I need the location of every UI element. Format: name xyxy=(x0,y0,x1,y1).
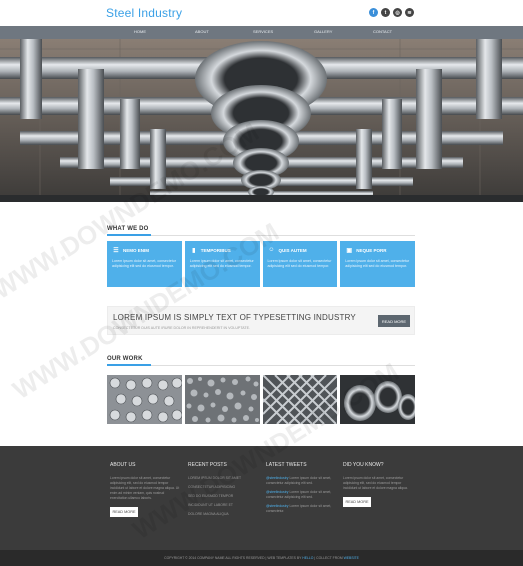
service-box-header: ▮ TEMPORIBUS xyxy=(190,246,255,254)
footer-recent-posts: RECENT POSTS LOREM IPSUM DOLOR SIT AMET … xyxy=(188,462,258,521)
footer-latest-tweets: LATEST TWEETS @steelindustry Lorem ipsum… xyxy=(266,462,336,518)
tweet-handle-link[interactable]: @steelindustry xyxy=(266,476,288,480)
what-we-do-divider xyxy=(107,235,415,236)
footer-recent-posts-title: RECENT POSTS xyxy=(188,462,227,468)
site-logo[interactable]: Steel Industry xyxy=(106,6,182,20)
hero-image xyxy=(0,39,523,202)
footer-did-you-know-read-more-button[interactable]: READ MORE xyxy=(343,497,371,507)
nav-item-contact[interactable]: CONTACT xyxy=(373,29,392,34)
nav-item-home[interactable]: HOME xyxy=(134,29,146,34)
read-more-button[interactable]: READ MORE xyxy=(378,315,410,327)
service-box-text: Lorem ipsum dolor sit amet, consectetur … xyxy=(189,259,254,268)
footer-did-you-know-text: Lorem ipsum dolor sit amet, consectetur … xyxy=(343,476,408,490)
promo-banner-subtitle: CONSECTETUR DUIS AUTE IRURE DOLOR IN REP… xyxy=(113,326,250,330)
copyright-separator: | COLLECT FROM xyxy=(313,556,344,560)
copyright-label: COPYRIGHT © 2014 COMPANY NAME ALL RIGHTS… xyxy=(164,556,302,560)
what-we-do-accent xyxy=(107,234,151,236)
twitter-icon[interactable]: t xyxy=(381,8,390,17)
copyright-text: COPYRIGHT © 2014 COMPANY NAME ALL RIGHTS… xyxy=(0,556,523,560)
nav-item-gallery[interactable]: GALLERY xyxy=(314,29,332,34)
footer-about-text: Lorem ipsum dolor sit amet, consectetur … xyxy=(110,476,180,500)
our-work-divider xyxy=(107,365,415,366)
recent-post-link[interactable]: INCIDIDUNT UT LABORE ET xyxy=(188,503,258,508)
what-we-do-title: WHAT WE DO xyxy=(107,226,149,232)
rss-icon[interactable]: ≋ xyxy=(405,8,414,17)
service-box-title: QUIS AUTEM xyxy=(278,247,307,253)
recent-post-link[interactable]: LOREM IPSUM DOLOR SIT AMET xyxy=(188,476,258,481)
service-box[interactable]: ▮ TEMPORIBUS Lorem ipsum dolor sit amet,… xyxy=(184,241,260,287)
service-box-header: ▣ NEQUE PORR xyxy=(345,246,410,254)
dribbble-icon[interactable]: ◎ xyxy=(393,8,402,17)
tweet-handle-link[interactable]: @steelindustry xyxy=(266,504,288,508)
gallery-image-gravel[interactable] xyxy=(184,375,260,424)
footer-about: ABOUT US Lorem ipsum dolor sit amet, con… xyxy=(110,462,180,517)
tweet-handle-link[interactable]: @steelindustry xyxy=(266,490,288,494)
services-boxes: ☰ NEMO ENIM Lorem ipsum dolor sit amet, … xyxy=(107,241,415,287)
service-box-title: TEMPORIBUS xyxy=(200,247,231,253)
people-icon: ☺ xyxy=(268,247,275,253)
our-work-title: OUR WORK xyxy=(107,356,143,362)
service-box-title: NEMO ENIM xyxy=(123,247,150,253)
service-box[interactable]: ▣ NEQUE PORR Lorem ipsum dolor sit amet,… xyxy=(340,241,415,287)
footer-did-you-know-title: DID YOU KNOW? xyxy=(343,462,384,468)
service-box[interactable]: ☰ NEMO ENIM Lorem ipsum dolor sit amet, … xyxy=(107,241,182,287)
footer-did-you-know: DID YOU KNOW? Lorem ipsum dolor sit amet… xyxy=(343,462,413,507)
service-box[interactable]: ☺ QUIS AUTEM Lorem ipsum dolor sit amet,… xyxy=(262,241,338,287)
service-box-text: Lorem ipsum dolor sit amet, consectetur … xyxy=(345,259,410,268)
promo-banner: LOREM IPSUM IS SIMPLY TEXT OF TYPESETTIN… xyxy=(107,306,415,335)
service-box-text: Lorem ipsum dolor sit amet, consectetur … xyxy=(112,259,176,268)
nav-item-about[interactable]: ABOUT xyxy=(195,29,209,34)
service-box-header: ☰ NEMO ENIM xyxy=(112,246,177,254)
truck-icon: ▣ xyxy=(346,247,353,254)
recent-post-link[interactable]: DOLORE MAGNA ALIQUA xyxy=(188,512,258,517)
stack-icon: ☰ xyxy=(113,247,119,254)
footer-about-title: ABOUT US xyxy=(110,462,136,468)
copyright-bar: COPYRIGHT © 2014 COMPANY NAME ALL RIGHTS… xyxy=(0,550,523,566)
recent-post-link[interactable]: CONSECTETUR ADIPISICING xyxy=(188,485,258,490)
main-nav: HOME ABOUT SERVICES GALLERY CONTACT xyxy=(0,26,523,39)
site-header: Steel Industry f t ◎ ≋ xyxy=(0,0,523,26)
tweet-item: @steelindustry Lorem ipsum dolor sit ame… xyxy=(266,476,336,486)
footer-latest-tweets-title: LATEST TWEETS xyxy=(266,462,307,468)
footer-about-read-more-button[interactable]: READ MORE xyxy=(110,507,138,517)
nav-item-services[interactable]: SERVICES xyxy=(253,29,273,34)
gallery-image-bolts[interactable] xyxy=(107,375,182,424)
work-gallery xyxy=(107,375,415,424)
gallery-image-pipes[interactable] xyxy=(340,375,415,424)
tweet-item: @steelindustry Lorem ipsum dolor sit ame… xyxy=(266,490,336,500)
gallery-image-mesh[interactable] xyxy=(262,375,338,424)
service-box-header: ☺ QUIS AUTEM xyxy=(268,246,333,254)
promo-banner-title: LOREM IPSUM IS SIMPLY TEXT OF TYPESETTIN… xyxy=(113,313,356,322)
facebook-icon[interactable]: f xyxy=(369,8,378,17)
tweet-item: @steelindustry Lorem ipsum dolor sit ame… xyxy=(266,504,336,514)
service-box-title: NEQUE PORR xyxy=(356,247,387,253)
site-footer: ABOUT US Lorem ipsum dolor sit amet, con… xyxy=(0,446,523,550)
social-links: f t ◎ ≋ xyxy=(369,8,414,17)
service-box-text: Lorem ipsum dolor sit amet, consectetur … xyxy=(267,259,332,268)
bars-icon: ▮ xyxy=(192,247,196,254)
template-author-link[interactable]: HELLO xyxy=(302,556,313,560)
recent-post-link[interactable]: SED DO EIUSMOD TEMPOR xyxy=(188,494,258,499)
our-work-accent xyxy=(107,364,151,366)
collect-source-link[interactable]: WEBSITE xyxy=(344,556,359,560)
